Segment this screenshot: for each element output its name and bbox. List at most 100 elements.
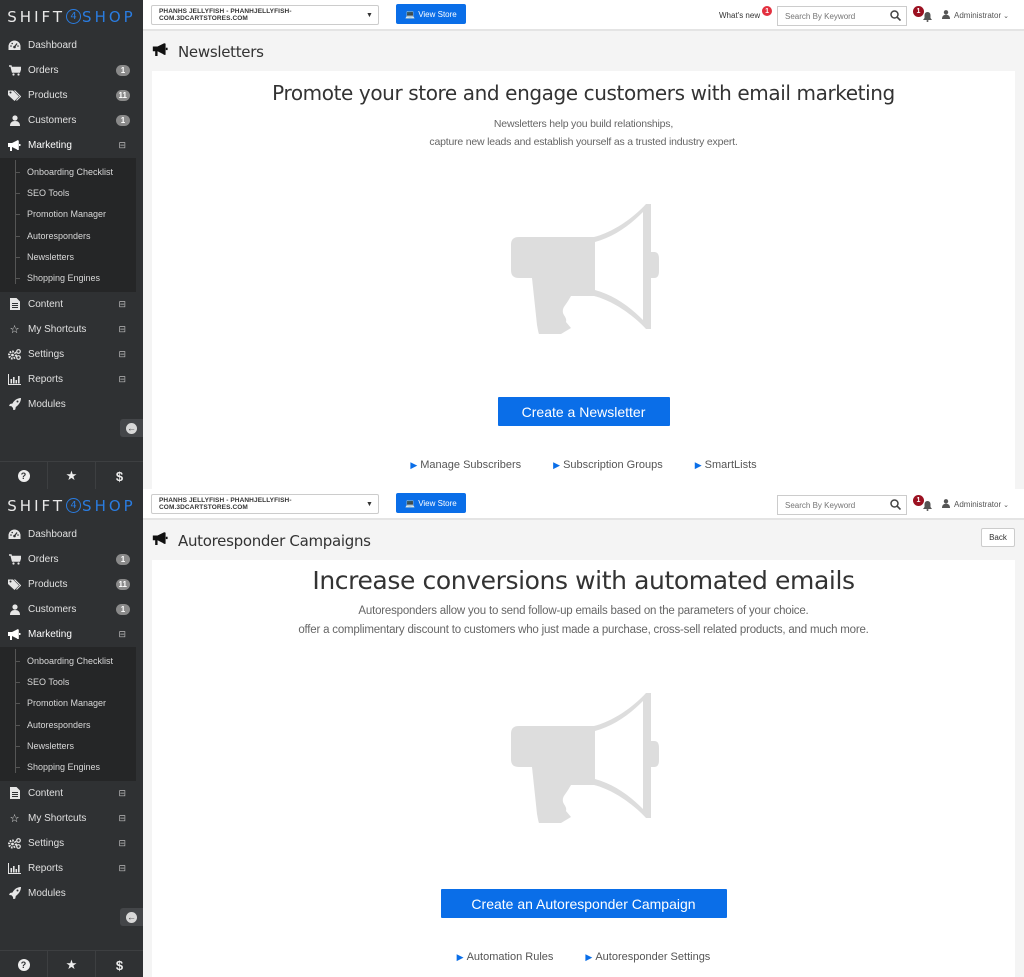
search-input[interactable] [785,11,885,21]
expand-icon[interactable]: ⊟ [118,374,126,385]
sidebar-bottom-bar: ? ★ $ [0,950,143,977]
view-store-button[interactable]: 💻 View Store [396,493,466,513]
logo-four-circle: 4 [66,498,82,513]
expand-icon[interactable]: ⊟ [118,838,126,849]
submenu-item-autoresponders[interactable]: Autoresponders [0,225,136,246]
expand-icon[interactable]: ⊟ [118,299,126,310]
back-button[interactable]: Back [981,528,1015,547]
sidebar-item-label: Content [28,298,64,310]
manage-subscribers-link[interactable]: ▶ Manage Subscribers [410,459,521,471]
autoresponders-panel: Increase conversions with automated emai… [152,560,1015,977]
page-header: Newsletters [143,33,1024,71]
submenu-item-autoresponders[interactable]: Autoresponders [0,714,136,735]
notifications-button[interactable]: 1 [913,495,935,511]
expand-icon[interactable]: ⊟ [118,349,126,360]
help-button[interactable]: ? [0,951,48,977]
newsletters-panel: Promote your store and engage customers … [152,71,1015,489]
favorites-button[interactable]: ★ [48,462,96,489]
submenu-item-newsletters[interactable]: Newsletters [0,246,136,267]
search-icon[interactable] [890,499,902,512]
expand-icon[interactable]: ⊟ [118,863,126,874]
create-newsletter-button[interactable]: Create a Newsletter [497,397,670,426]
submenu-item-newsletters[interactable]: Newsletters [0,735,136,756]
search-input[interactable] [785,500,885,510]
sidebar-item-settings[interactable]: Settings ⊟ [0,342,143,367]
sidebar-item-my-shortcuts[interactable]: ☆ My Shortcuts ⊟ [0,806,143,831]
autoresponder-settings-link[interactable]: ▶ Autoresponder Settings [585,951,710,963]
view-store-button[interactable]: 💻 View Store [396,4,466,24]
sidebar-item-label: Reports [28,862,64,874]
create-autoresponder-campaign-button[interactable]: Create an Autoresponder Campaign [440,889,727,918]
sidebar-item-reports[interactable]: Reports ⊟ [0,367,143,392]
logo-text-shop: SHOP [82,7,136,26]
collapse-sidebar-button[interactable]: ← [120,419,143,437]
sidebar-item-dashboard[interactable]: Dashboard [0,522,143,547]
submenu-item-promotion-manager[interactable]: Promotion Manager [0,204,136,225]
shift4shop-logo[interactable]: SHIFT 4 SHOP [0,489,143,522]
help-icon: ? [17,959,30,971]
submenu-item-seo-tools[interactable]: SEO Tools [0,671,136,692]
sidebar-item-orders[interactable]: Orders 1 [0,547,143,572]
user-menu[interactable]: Administrator ⌄ [942,10,1009,21]
dollar-icon: $ [115,468,124,484]
sidebar-item-orders[interactable]: Orders 1 [0,58,143,83]
sidebar-item-marketing[interactable]: Marketing ⊟ [0,133,143,158]
sidebar-item-my-shortcuts[interactable]: ☆ My Shortcuts ⊟ [0,317,143,342]
rocket-icon [8,887,21,900]
smartlists-link[interactable]: ▶ SmartLists [695,459,757,471]
search-icon[interactable] [890,10,902,23]
automation-rules-link[interactable]: ▶ Automation Rules [457,951,554,963]
submenu-item-shopping-engines[interactable]: Shopping Engines [0,267,136,288]
notifications-button[interactable]: 1 [913,6,935,22]
hero-description-line1: Autoresponders allow you to send follow-… [358,605,809,617]
triangle-right-icon: ▶ [585,951,593,962]
expand-icon[interactable]: ⊟ [118,788,126,799]
billing-button[interactable]: $ [96,951,143,977]
expand-icon[interactable]: ⊟ [118,813,126,824]
sidebar-item-content[interactable]: Content ⊟ [0,292,143,317]
sidebar-item-customers[interactable]: Customers 1 [0,108,143,133]
gears-icon [8,837,21,850]
sidebar-item-reports[interactable]: Reports ⊟ [0,856,143,881]
store-selector[interactable]: PHANHS JELLYFISH - PHANHJELLYFISH-COM.3D… [151,5,379,25]
collapse-icon[interactable]: ⊟ [118,629,126,640]
autoresponder-links: ▶ Automation Rules ▶ Autoresponder Setting… [152,951,1015,963]
bar-chart-icon [8,373,21,386]
user-icon [942,499,950,510]
submenu-item-onboarding-checklist[interactable]: Onboarding Checklist [0,650,136,671]
whats-new-link[interactable]: What's new 1 [719,6,773,20]
expand-icon[interactable]: ⊟ [118,324,126,335]
sidebar-item-modules[interactable]: Modules [0,392,143,417]
billing-button[interactable]: $ [96,462,143,489]
sidebar-item-dashboard[interactable]: Dashboard [0,33,143,58]
sidebar-item-content[interactable]: Content ⊟ [0,781,143,806]
gears-icon [8,348,21,361]
sidebar-item-label: Dashboard [28,40,77,51]
collapse-icon[interactable]: ⊟ [118,140,126,151]
rocket-icon [8,398,21,411]
submenu-item-onboarding-checklist[interactable]: Onboarding Checklist [0,161,136,182]
main-content: Autoresponder Campaigns Back Increase co… [143,522,1024,977]
sidebar-item-marketing[interactable]: Marketing ⊟ [0,622,143,647]
subscription-groups-link[interactable]: ▶ Subscription Groups [553,459,663,471]
favorites-button[interactable]: ★ [48,951,96,977]
collapse-sidebar-button[interactable]: ← [120,908,143,926]
user-menu[interactable]: Administrator ⌄ [942,499,1009,510]
submenu-item-seo-tools[interactable]: SEO Tools [0,182,136,203]
store-selector[interactable]: PHANHS JELLYFISH - PHANHJELLYFISH-COM.3D… [151,494,379,514]
help-button[interactable]: ? [0,462,48,489]
sidebar-item-label: Products [28,90,68,101]
sidebar-item-products[interactable]: Products 11 [0,83,143,108]
shift4shop-logo[interactable]: SHIFT 4 SHOP [0,0,143,33]
submenu-item-shopping-engines[interactable]: Shopping Engines [0,756,136,777]
sidebar-item-products[interactable]: Products 11 [0,572,143,597]
submenu-item-promotion-manager[interactable]: Promotion Manager [0,693,136,714]
sidebar-item-label: Orders [28,65,59,76]
sidebar-item-settings[interactable]: Settings ⊟ [0,831,143,856]
top-bar: PHANHS JELLYFISH - PHANHJELLYFISH-COM.3D… [143,489,1024,520]
link-label: Autoresponder Settings [595,951,711,963]
sidebar-item-customers[interactable]: Customers 1 [0,597,143,622]
marketing-submenu: Onboarding Checklist SEO Tools Promotion… [0,647,136,781]
sidebar-item-modules[interactable]: Modules [0,881,143,906]
caret-down-icon: ▼ [365,500,373,508]
